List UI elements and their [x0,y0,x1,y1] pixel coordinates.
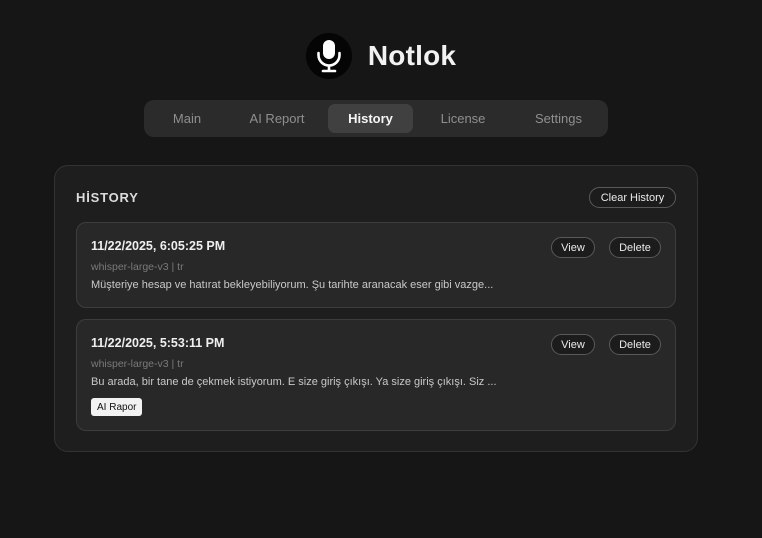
entry-preview: Bu arada, bir tane de çekmek istiyorum. … [91,376,497,388]
delete-button[interactable]: Delete [609,237,661,258]
history-entry[interactable]: 11/22/2025, 5:53:11 PM whisper-large-v3 … [76,319,676,431]
view-button[interactable]: View [551,334,595,355]
tab-ai-report[interactable]: AI Report [226,104,328,133]
panel-title: HİSTORY [76,190,139,205]
history-entry[interactable]: 11/22/2025, 6:05:25 PM whisper-large-v3 … [76,222,676,308]
app-window: Notlok Main AI Report History License Se… [0,0,762,538]
tab-bar: Main AI Report History License Settings [144,100,608,137]
clear-history-button[interactable]: Clear History [589,187,676,208]
microphone-icon [305,33,352,79]
entry-date: 11/22/2025, 5:53:11 PM [91,336,225,350]
delete-button[interactable]: Delete [609,334,661,355]
entry-preview: Müşteriye hesap ve hatırat bekleyebiliyo… [91,279,494,291]
view-button[interactable]: View [551,237,595,258]
history-panel: HİSTORY Clear History 11/22/2025, 6:05:2… [54,165,698,452]
tab-main[interactable]: Main [148,104,226,133]
app-header: Notlok [0,33,762,79]
entry-date: 11/22/2025, 6:05:25 PM [91,239,226,253]
tab-settings[interactable]: Settings [513,104,604,133]
tab-license[interactable]: License [413,104,513,133]
tab-history[interactable]: History [328,104,413,133]
app-title: Notlok [367,40,457,71]
ai-report-badge[interactable]: AI Rapor [91,398,143,416]
entry-meta: whisper-large-v3 | tr [91,261,184,273]
entry-meta: whisper-large-v3 | tr [91,358,184,370]
